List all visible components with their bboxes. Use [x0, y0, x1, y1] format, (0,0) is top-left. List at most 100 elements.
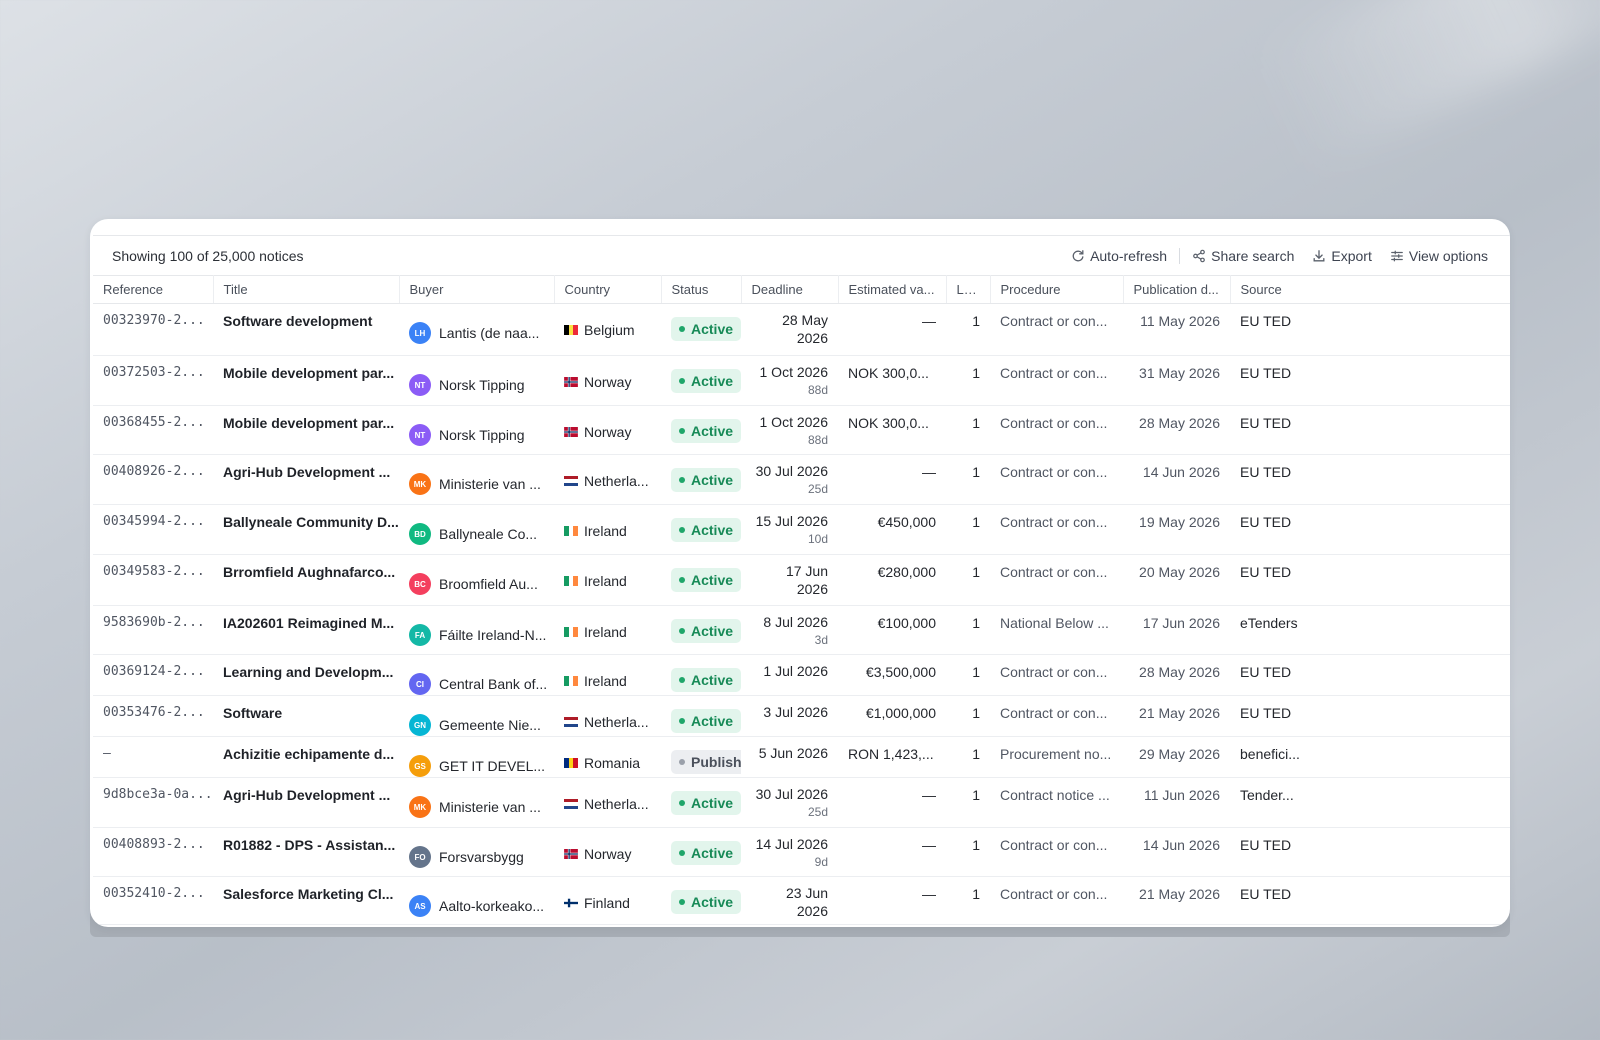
title-cell[interactable]: IA202601 Reimagined M...: [213, 605, 399, 655]
status-dot-icon: [679, 378, 685, 384]
reference-cell[interactable]: 00369124-2...: [93, 654, 213, 696]
column-header-deadline[interactable]: Deadline: [741, 275, 839, 304]
country-name: Ireland: [584, 573, 627, 589]
status-label: Active: [691, 795, 734, 811]
buyer-name: Forsvarsbygg: [439, 849, 524, 865]
country-name: Norway: [584, 846, 632, 862]
share-search-button[interactable]: Share search: [1192, 248, 1294, 264]
reference-cell[interactable]: 00408893-2...: [93, 827, 213, 877]
flag-ie-icon: [564, 526, 579, 536]
deadline-remaining: 9d: [814, 855, 828, 869]
table-row[interactable]: 00408893-2... R01882 - DPS - Assistan...…: [93, 827, 1510, 877]
deadline-cell: 30 Jul 2026 25d: [741, 777, 838, 828]
table-row[interactable]: 00323970-2... Software development LH La…: [93, 303, 1510, 356]
reference-cell[interactable]: 00349583-2...: [93, 554, 213, 606]
country-cell: Belgium: [554, 303, 661, 356]
reference-cell[interactable]: 00352410-2...: [93, 876, 213, 925]
buyer-name: Ministerie van ...: [439, 799, 541, 815]
deadline-date: 28 May 2026: [782, 312, 828, 346]
reference-cell[interactable]: 00353476-2...: [93, 695, 213, 737]
flag-ie-icon: [564, 627, 579, 637]
table-header-row: Reference Title Buyer Country Status Deadline…: [93, 275, 1510, 304]
buyer-cell: LH Lantis (de naa...: [399, 303, 554, 356]
buyer-avatar: GS: [409, 755, 431, 777]
buyer-name: Fáilte Ireland-N...: [439, 627, 547, 643]
share-search-label: Share search: [1211, 247, 1295, 264]
status-dot-icon: [679, 527, 685, 533]
table-row[interactable]: 00353476-2... Software GN Gemeente Nie..…: [93, 695, 1510, 737]
table-row[interactable]: 00369124-2... Learning and Developm... C…: [93, 654, 1510, 696]
flag-be-icon: [564, 325, 579, 335]
reference-cell[interactable]: 00323970-2...: [93, 303, 213, 356]
title-cell[interactable]: R01882 - DPS - Assistan...: [213, 827, 399, 877]
flag-nl-icon: [564, 476, 578, 486]
title-cell[interactable]: Agri-Hub Development ...: [213, 454, 399, 505]
reference-cell[interactable]: 00408926-2...: [93, 454, 213, 505]
country-cell: Netherla...: [554, 454, 661, 505]
toolbar-actions: Auto-refresh Share search Export View op…: [1071, 247, 1488, 264]
table-row[interactable]: 00408926-2... Agri-Hub Development ... M…: [93, 454, 1510, 505]
procedure-cell: Contract or con...: [990, 695, 1123, 737]
reference-cell[interactable]: 9d8bce3a-0a...: [93, 777, 213, 828]
table-row[interactable]: — Achizitie echipamente d... GS GET IT D…: [93, 736, 1510, 778]
title-cell[interactable]: Learning and Developm...: [213, 654, 399, 696]
deadline-date: 5 Jun 2026: [758, 745, 828, 761]
publication-date-cell: 19 May 2026: [1123, 504, 1230, 555]
reference-cell[interactable]: 00368455-2...: [93, 405, 213, 455]
lots-cell: 1: [946, 454, 990, 505]
reference-cell[interactable]: 9583690b-2...: [93, 605, 213, 655]
export-button[interactable]: Export: [1312, 248, 1372, 264]
table-row[interactable]: 9583690b-2... IA202601 Reimagined M... F…: [93, 605, 1510, 655]
column-header-country[interactable]: Country: [554, 275, 662, 304]
procedure-cell: Contract or con...: [990, 405, 1123, 455]
flag-fi-icon: [564, 898, 578, 908]
buyer-name: GET IT DEVEL...: [439, 758, 546, 774]
table-row[interactable]: 00345994-2... Ballyneale Community D... …: [93, 504, 1510, 555]
column-header-estimated-va[interactable]: Estimated va...: [838, 275, 947, 304]
estimated-value-cell: —: [838, 777, 946, 828]
column-header-source[interactable]: Source: [1230, 275, 1510, 304]
table-row[interactable]: 00352410-2... Salesforce Marketing Cl...…: [93, 876, 1510, 925]
table-row[interactable]: 00349583-2... Brromfield Aughnafarco... …: [93, 554, 1510, 606]
estimated-value-cell: €450,000: [838, 504, 946, 555]
country-name: Netherla...: [584, 714, 649, 730]
status-dot-icon: [679, 577, 685, 583]
column-header-buyer[interactable]: Buyer: [399, 275, 555, 304]
title-cell[interactable]: Salesforce Marketing Cl...: [213, 876, 399, 925]
title-cell[interactable]: Ballyneale Community D...: [213, 504, 399, 555]
table-row[interactable]: 00372503-2... Mobile development par... …: [93, 355, 1510, 406]
reference-cell[interactable]: —: [93, 736, 213, 778]
notices-table: Reference Title Buyer Country Status Deadline…: [93, 275, 1510, 925]
status-label: Active: [691, 713, 734, 729]
view-options-button[interactable]: View options: [1390, 248, 1488, 264]
deadline-date: 30 Jul 2026: [755, 463, 828, 479]
title-cell[interactable]: Brromfield Aughnafarco...: [213, 554, 399, 606]
procedure-cell: Contract or con...: [990, 554, 1123, 606]
auto-refresh-button[interactable]: Auto-refresh: [1071, 248, 1167, 264]
buyer-name: Ballyneale Co...: [439, 526, 538, 542]
table-row[interactable]: 9d8bce3a-0a... Agri-Hub Development ... …: [93, 777, 1510, 828]
column-header-publication-d[interactable]: Publication d...: [1123, 275, 1231, 304]
title-cell[interactable]: Software development: [213, 303, 399, 356]
title-cell[interactable]: Mobile development par...: [213, 405, 399, 455]
table-row[interactable]: 00368455-2... Mobile development par... …: [93, 405, 1510, 455]
column-header-title[interactable]: Title: [213, 275, 400, 304]
publication-date-cell: 20 May 2026: [1123, 554, 1230, 606]
toolbar: Showing 100 of 25,000 notices Auto-refre…: [93, 236, 1510, 275]
column-header-status[interactable]: Status: [661, 275, 742, 304]
column-header-procedure[interactable]: Procedure: [990, 275, 1124, 304]
status-cell: Active: [661, 355, 741, 406]
title-cell[interactable]: Mobile development par...: [213, 355, 399, 406]
column-header-reference[interactable]: Reference: [93, 275, 214, 304]
title-cell[interactable]: Software: [213, 695, 399, 737]
deadline-remaining: 3d: [814, 633, 828, 647]
buyer-name: Gemeente Nie...: [439, 717, 541, 733]
deadline-cell: 8 Jul 2026 3d: [741, 605, 838, 655]
country-cell: Romania: [554, 736, 661, 778]
country-cell: Finland: [554, 876, 661, 925]
reference-cell[interactable]: 00345994-2...: [93, 504, 213, 555]
title-cell[interactable]: Achizitie echipamente d...: [213, 736, 399, 778]
title-cell[interactable]: Agri-Hub Development ...: [213, 777, 399, 828]
column-header-lots[interactable]: Lots: [946, 275, 991, 304]
reference-cell[interactable]: 00372503-2...: [93, 355, 213, 406]
